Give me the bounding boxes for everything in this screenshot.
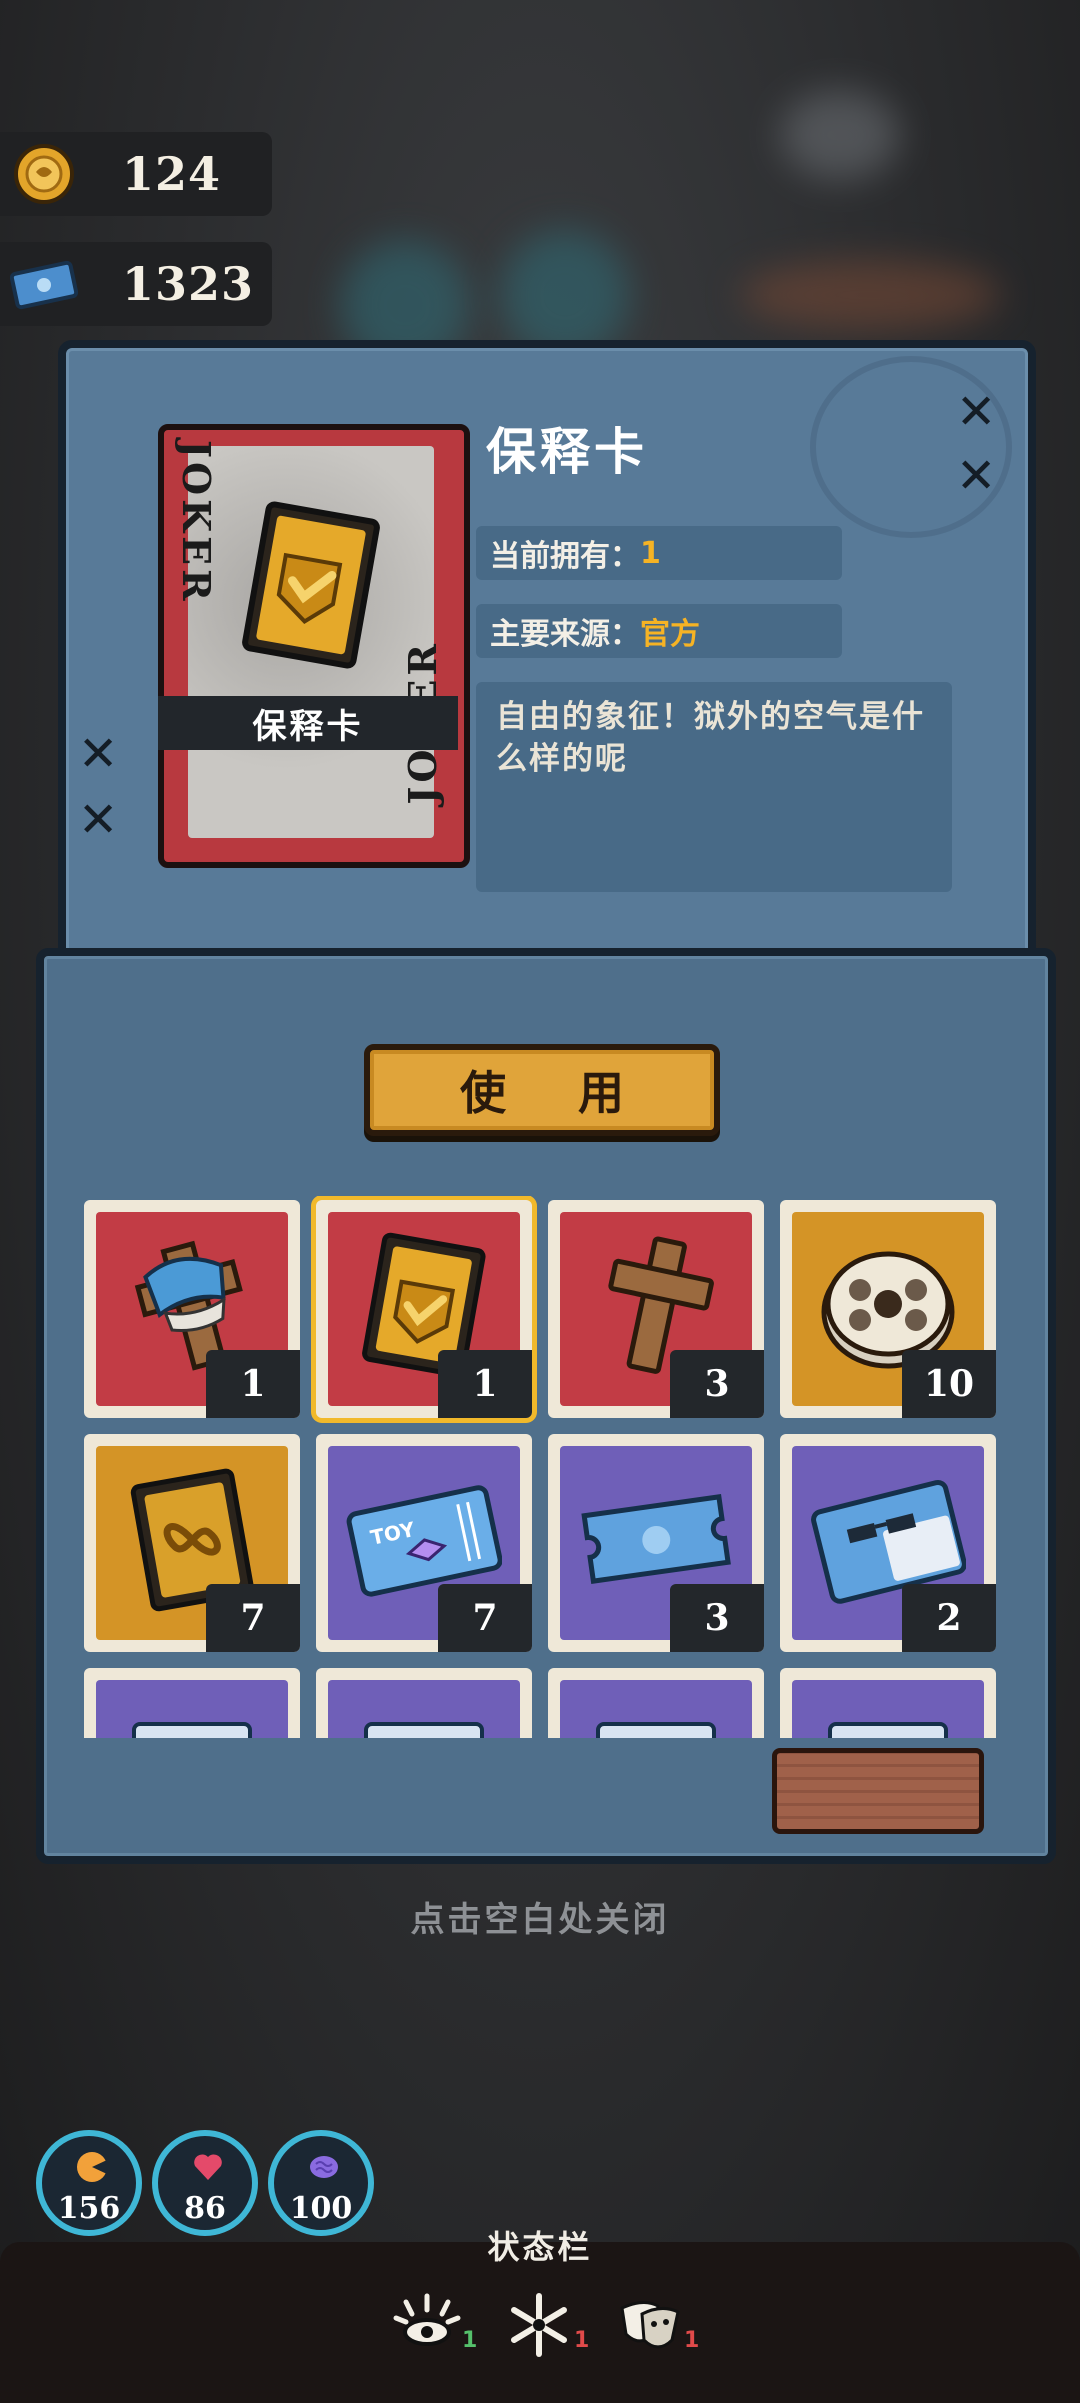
item-count: 1	[206, 1350, 300, 1418]
source-label: 主要来源：	[490, 617, 640, 652]
inventory-slot[interactable]	[84, 1668, 300, 1738]
item-count: 7	[438, 1584, 532, 1652]
wood-plank-button[interactable]	[772, 1748, 984, 1834]
item-count: 1	[438, 1350, 532, 1418]
x-decoration: ✕	[78, 792, 119, 848]
item-count: 2	[902, 1584, 996, 1652]
background-decoration	[780, 90, 900, 180]
partial-item-icon	[346, 1694, 502, 1738]
inventory-slot[interactable]	[548, 1668, 764, 1738]
owned-count-row: 当前拥有： 1	[476, 526, 842, 580]
ticket-icon	[10, 250, 78, 318]
inventory-slot[interactable]: TOY 7	[316, 1434, 532, 1652]
inventory-slot[interactable]	[316, 1668, 532, 1738]
partial-item-icon	[114, 1694, 270, 1738]
sanity-stat: 100	[268, 2130, 374, 2236]
brain-icon	[307, 2150, 341, 2184]
ticket-counter: 1323	[0, 242, 272, 326]
partial-item-icon	[810, 1694, 966, 1738]
source-row: 主要来源： 官方	[476, 604, 842, 658]
inventory-grid[interactable]: 1 1 3 10 7 TOY 7 3 2	[84, 1196, 996, 1738]
coin-icon	[10, 140, 78, 208]
item-count: 10	[902, 1350, 996, 1418]
inventory-slot[interactable]	[780, 1668, 996, 1738]
source-value: 官方	[640, 617, 700, 652]
inventory-slot[interactable]: 7	[84, 1434, 300, 1652]
close-hint[interactable]: 点击空白处关闭	[0, 1892, 1080, 1941]
item-count: 3	[670, 1584, 764, 1652]
x-decoration: ✕	[956, 384, 997, 440]
effect-count: 1	[462, 2328, 478, 2353]
status-bar-title: 状态栏	[487, 2228, 593, 2266]
health-value: 86	[184, 2191, 226, 2226]
x-decoration: ✕	[78, 726, 119, 782]
heart-icon	[191, 2150, 225, 2184]
inventory-slot[interactable]: 3	[548, 1200, 764, 1418]
x-decoration: ✕	[956, 448, 997, 504]
owned-label: 当前拥有：	[490, 539, 640, 574]
hunger-value: 156	[57, 2191, 121, 2226]
item-count: 3	[670, 1350, 764, 1418]
use-button[interactable]: 使 用	[364, 1044, 720, 1136]
card-corner-text: JOKER	[174, 440, 219, 605]
hunger-stat: 156	[36, 2130, 142, 2236]
inventory-slot[interactable]: 3	[548, 1434, 764, 1652]
sanity-value: 100	[289, 2191, 353, 2226]
card-label: 保释卡	[158, 696, 458, 750]
item-description: 自由的象征！狱外的空气是什么样的呢	[476, 682, 952, 892]
item-title: 保释卡	[486, 423, 648, 481]
bail-card-icon	[226, 500, 396, 670]
item-count: 7	[206, 1584, 300, 1652]
sun-eye-icon[interactable]	[392, 2290, 462, 2360]
ticket-amount: 1323	[122, 257, 255, 311]
coin-amount: 124	[122, 147, 222, 201]
background-decoration	[740, 260, 1000, 330]
theater-masks-icon[interactable]	[614, 2290, 684, 2360]
inventory-slot[interactable]: 10	[780, 1200, 996, 1418]
health-stat: 86	[152, 2130, 258, 2236]
inventory-slot[interactable]: 2	[780, 1434, 996, 1652]
coin-counter: 124	[0, 132, 272, 216]
effect-count: 1	[574, 2328, 590, 2353]
hunger-icon	[75, 2150, 109, 2184]
inventory-slot[interactable]: 1	[316, 1200, 532, 1418]
owned-value: 1	[640, 535, 661, 571]
snowflake-icon[interactable]	[504, 2290, 574, 2360]
effect-count: 1	[684, 2328, 700, 2353]
inventory-slot[interactable]: 1	[84, 1200, 300, 1418]
partial-item-icon	[578, 1694, 734, 1738]
